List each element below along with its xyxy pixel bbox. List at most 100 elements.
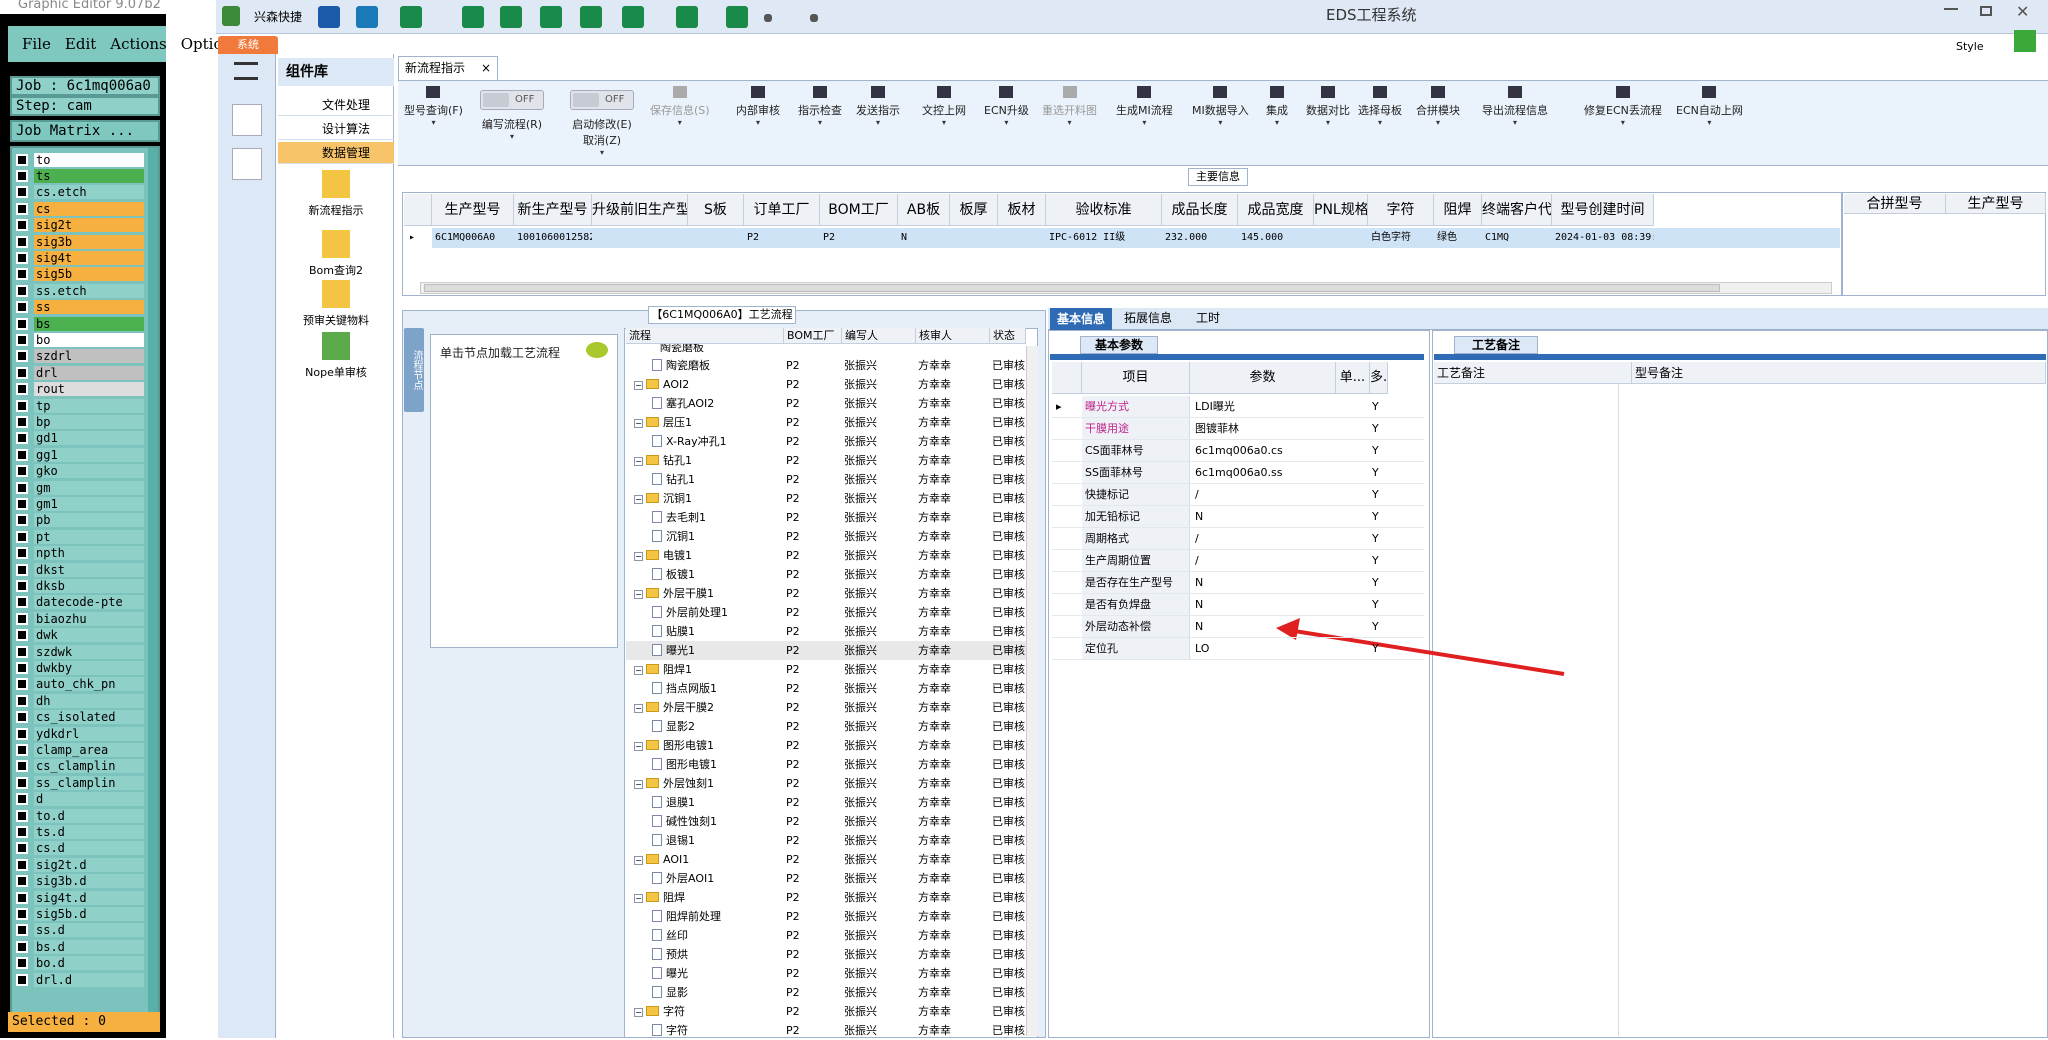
ribbon-button[interactable]: 合拼模块 ▾ [1416,84,1460,127]
grid-cell[interactable]: C1MQ [1482,228,1552,248]
tree-node[interactable]: 钻孔1 [652,470,782,489]
layer-checkbox[interactable] [16,366,28,379]
layer-row[interactable]: bo.d [16,956,144,971]
tree-node[interactable]: 字符 [652,1021,782,1040]
toggle-switch[interactable]: OFF [570,90,634,110]
layer-checkbox[interactable] [16,153,28,166]
ribbon-button[interactable]: 生成MI流程 ▾ [1116,84,1173,127]
param-row[interactable]: 周期格式 / Y [1052,528,1424,550]
layer-row[interactable]: sig2t.d [16,857,144,872]
tree-row[interactable]: − 阻焊 P2 张振兴 方幸幸 已审核 [626,888,1026,907]
dropdown-arrow-icon[interactable]: ▾ [1306,118,1350,127]
tree-node[interactable]: 退膜1 [652,793,782,812]
grid-header[interactable]: 生产型号 [432,194,514,226]
layer-checkbox[interactable] [16,940,28,953]
grid-cell[interactable]: IPC-6012 II级 [1046,228,1162,248]
param-row[interactable]: 定位孔 LO Y [1052,638,1424,660]
tree-row[interactable]: − 层压1 P2 张振兴 方幸幸 已审核 [626,413,1026,432]
expand-icon[interactable]: − [634,381,643,390]
param-row[interactable]: 加无铅标记 N Y [1052,506,1424,528]
tree-row[interactable]: 去毛刺1 P2 张振兴 方幸幸 已审核 [626,508,1026,527]
expand-icon[interactable]: − [634,495,643,504]
param-value[interactable]: 6c1mq006a0.cs [1192,440,1336,462]
scissors-icon[interactable] [462,6,484,28]
layer-row[interactable]: dkst [16,562,144,577]
layer-checkbox[interactable] [16,760,28,773]
toggle-knob[interactable] [483,93,509,107]
close-icon[interactable]: ✕ [2016,2,2029,21]
layer-checkbox[interactable] [16,399,28,412]
grid-header[interactable]: PNL规格 [1314,194,1368,226]
layer-checkbox[interactable] [16,268,28,281]
param-value[interactable]: LDI曝光 [1192,396,1336,418]
tree-row[interactable]: − 电镀1 P2 张振兴 方幸幸 已审核 [626,546,1026,565]
layer-row[interactable]: sig5b [16,267,144,282]
layer-row[interactable]: ts [16,168,144,183]
tree-node[interactable]: 预烘 [652,945,782,964]
layer-row[interactable]: dh [16,693,144,708]
layer-checkbox[interactable] [16,219,28,232]
param-row[interactable]: 干膜用途 图镀菲林 Y [1052,418,1424,440]
tree-row[interactable]: 挡点网版1 P2 张振兴 方幸幸 已审核 [626,679,1026,698]
lib-nope-review[interactable]: Nope单审核 [290,332,382,380]
layer-row[interactable]: d [16,792,144,807]
param-value[interactable]: N [1192,572,1336,594]
layer-row[interactable]: cs [16,201,144,216]
layer-checkbox[interactable] [16,891,28,904]
expand-icon[interactable]: − [634,780,643,789]
layer-row[interactable]: tp [16,398,144,413]
layer-checkbox[interactable] [16,629,28,642]
tree-row[interactable]: 板镀1 P2 张振兴 方幸幸 已审核 [626,565,1026,584]
layer-row[interactable]: bs.d [16,939,144,954]
layer-row[interactable]: bo [16,332,144,347]
process-node-vtab[interactable]: 流程节点 [404,328,424,412]
grid-header[interactable]: 板厚 [950,194,998,226]
expand-icon[interactable]: − [634,1008,643,1017]
dropdown-arrow-icon[interactable]: ▾ [1358,118,1402,127]
lifebuoy-icon[interactable] [356,6,378,28]
tree-row[interactable]: − AOI1 P2 张振兴 方幸幸 已审核 [626,850,1026,869]
expand-icon[interactable]: − [634,704,643,713]
tree-row[interactable]: 退膜1 P2 张振兴 方幸幸 已审核 [626,793,1026,812]
param-header[interactable]: 单... [1336,362,1370,394]
tree-node[interactable]: 外层AOI1 [652,869,782,888]
layer-checkbox[interactable] [16,202,28,215]
tree-header[interactable]: 核审人 [916,328,990,344]
grid-header[interactable]: BOM工厂 [820,194,898,226]
layer-row[interactable]: npth [16,546,144,561]
tab-extended-info[interactable]: 拓展信息 [1118,308,1178,328]
table-icon[interactable] [400,6,422,28]
layer-row[interactable]: bp [16,414,144,429]
dropdown-arrow-icon[interactable]: ▾ [922,118,966,127]
tree-node[interactable]: − 层压1 [634,413,784,432]
layer-row[interactable]: rout [16,382,144,397]
layer-row[interactable]: drl [16,365,144,380]
layer-checkbox[interactable] [16,432,28,445]
dropdown-arrow-icon[interactable]: ▾ [1192,118,1249,127]
system-tab[interactable]: 系统 [218,36,278,54]
tree-row[interactable]: X-Ray冲孔1 P2 张振兴 方幸幸 已审核 [626,432,1026,451]
layer-row[interactable]: ss [16,300,144,315]
dropdown-arrow-icon[interactable]: ▾ [1676,118,1743,127]
layer-checkbox[interactable] [16,465,28,478]
lib-item-algorithm[interactable]: 设计算法 [278,118,394,140]
layer-checkbox[interactable] [16,694,28,707]
param-value[interactable]: LO [1192,638,1336,660]
dropdown-arrow-icon[interactable]: ▾ [1584,118,1662,127]
grid-cell[interactable] [592,228,688,248]
expand-icon[interactable]: − [634,590,643,599]
job-matrix-button[interactable]: Job Matrix ... [10,120,160,142]
tree-header[interactable]: BOM工厂 [784,328,842,344]
tree-row[interactable]: 外层AOI1 P2 张振兴 方幸幸 已审核 [626,869,1026,888]
layer-checkbox[interactable] [16,481,28,494]
param-row[interactable]: ▸ 曝光方式 LDI曝光 Y [1052,396,1424,418]
tree-node[interactable]: − 图形电镀1 [634,736,784,755]
tree-row[interactable]: 沉铜1 P2 张振兴 方幸幸 已审核 [626,527,1026,546]
layer-row[interactable]: bs [16,316,144,331]
layer-checkbox[interactable] [16,743,28,756]
tree-row[interactable]: 碱性蚀刻1 P2 张振兴 方幸幸 已审核 [626,812,1026,831]
dropdown-arrow-icon[interactable]: ▾ [736,118,780,127]
dropdown-arrow-icon[interactable]: ▾ [480,132,544,141]
lib-new-flow[interactable]: 新流程指示 [290,170,382,218]
dropdown-arrow-icon[interactable]: ▾ [404,118,463,127]
